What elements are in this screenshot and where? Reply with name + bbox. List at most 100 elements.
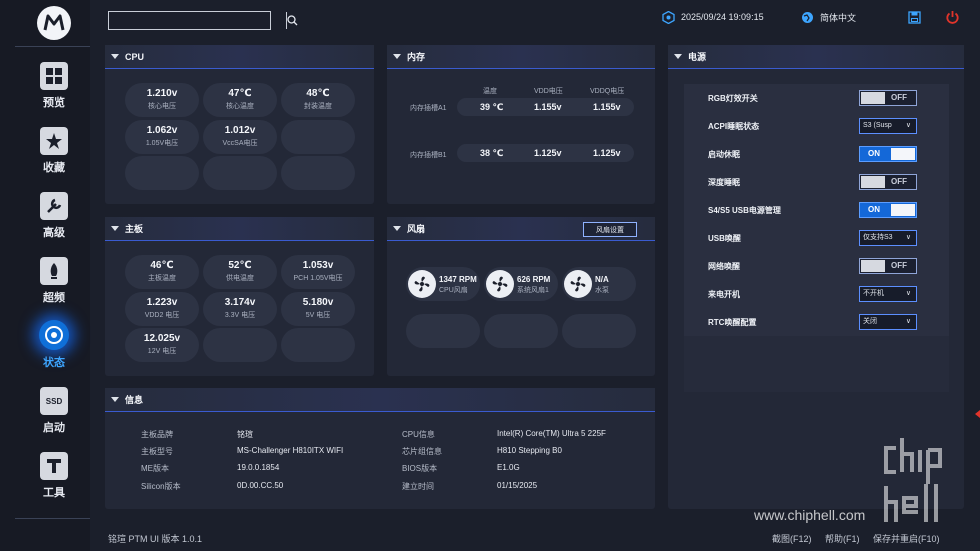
fan-settings-button[interactable]: 风扇设置 bbox=[583, 222, 637, 237]
info-label: 主板型号 bbox=[141, 447, 173, 456]
status-icon bbox=[39, 320, 69, 350]
info-panel: 信息 bbox=[105, 388, 655, 509]
fan-speed: 626 RPM bbox=[517, 275, 551, 284]
chevron-down-icon: ∨ bbox=[905, 234, 911, 241]
preview-icon bbox=[40, 62, 68, 90]
toggle-knob bbox=[861, 176, 885, 188]
fan-label: 系统风扇1 bbox=[517, 287, 549, 294]
edge-marker-icon bbox=[975, 410, 980, 418]
nav-item-tools[interactable]: 工具 bbox=[28, 452, 80, 500]
watermark-url: www.chiphell.com bbox=[754, 507, 866, 523]
network-wake-toggle[interactable]: OFF bbox=[859, 258, 917, 274]
nav-item-overclock[interactable]: 超频 bbox=[28, 257, 80, 305]
rgb-toggle[interactable]: OFF bbox=[859, 90, 917, 106]
tile-label: 3.3V 电压 bbox=[224, 312, 256, 319]
cpu-tile: 48℃ 封装温度 bbox=[281, 83, 355, 117]
tile-value: 3.174v bbox=[224, 297, 256, 308]
power-row-label: RTC唤醒配置 bbox=[708, 318, 757, 327]
search-input[interactable] bbox=[109, 12, 286, 29]
nav-item-preview[interactable]: 预览 bbox=[28, 62, 80, 110]
search-button[interactable] bbox=[286, 12, 298, 29]
empty-tile bbox=[281, 120, 355, 154]
sidebar: 预览 收藏 高级 超频 状态 SSD 启动 工具 bbox=[0, 0, 90, 551]
info-label: 芯片组信息 bbox=[402, 447, 442, 456]
nav-label-overclock: 超频 bbox=[43, 292, 65, 304]
power-icon bbox=[946, 11, 959, 24]
save-restart-button[interactable]: 保存并重启(F10) bbox=[873, 532, 940, 545]
nav-label-status: 状态 bbox=[43, 357, 65, 369]
memory-temp: 38 ℃ bbox=[480, 148, 504, 158]
cpu-tile: 1.012v VccSA电压 bbox=[203, 120, 277, 154]
tile-value: 1.210v bbox=[146, 88, 178, 99]
hibernate-toggle[interactable]: ON bbox=[859, 146, 917, 162]
power-button[interactable] bbox=[945, 10, 960, 30]
fan-speed: N/A bbox=[595, 275, 609, 284]
power-row-label: 网络唤醒 bbox=[708, 262, 740, 271]
select-value: 仅支持S3 bbox=[863, 234, 893, 241]
power-row-usb-power: S4/S5 USB电源管理 ON bbox=[684, 196, 949, 224]
fan-label: 水泵 bbox=[595, 287, 609, 294]
fan-speed: 1347 RPM bbox=[439, 275, 477, 284]
empty-tile bbox=[281, 156, 355, 190]
tile-label: VDD2 电压 bbox=[144, 312, 180, 319]
memory-slot-label: 内存插槽B1 bbox=[410, 152, 447, 159]
empty-tile bbox=[125, 156, 199, 190]
nav-item-boot[interactable]: SSD 启动 bbox=[28, 387, 80, 435]
info-value: H810 Stepping B0 bbox=[497, 446, 562, 455]
nav-item-favorites[interactable]: 收藏 bbox=[28, 127, 80, 175]
empty-tile bbox=[203, 328, 277, 362]
rtc-wake-select[interactable]: 关闭 ∨ bbox=[859, 314, 917, 330]
sidebar-divider-bottom bbox=[15, 518, 90, 519]
help-button[interactable]: 帮助(F1) bbox=[825, 532, 860, 545]
power-row-label: RGB灯效开关 bbox=[708, 94, 758, 103]
nav-label-boot: 启动 bbox=[43, 422, 65, 434]
rocket-icon bbox=[40, 257, 68, 285]
tile-value: 47℃ bbox=[228, 88, 252, 99]
memory-vdd: 1.125v bbox=[534, 148, 562, 158]
fan-tile: 1347 RPM CPU风扇 bbox=[406, 267, 480, 301]
fan-label: CPU风扇 bbox=[439, 287, 468, 294]
info-value: 19.0.0.1854 bbox=[237, 463, 280, 472]
power-row-label: 来电开机 bbox=[708, 290, 740, 299]
toggle-text: OFF bbox=[891, 261, 907, 270]
power-row-label: USB唤醒 bbox=[708, 234, 741, 243]
datetime-display: 2025/09/24 19:09:15 bbox=[661, 10, 764, 24]
motherboard-tile: 52℃ 供电温度 bbox=[203, 255, 277, 289]
language-selector[interactable]: 简体中文 bbox=[800, 10, 856, 24]
save-button[interactable] bbox=[908, 11, 921, 29]
cpu-tile: 1.210v 核心电压 bbox=[125, 83, 199, 117]
empty-tile bbox=[203, 156, 277, 190]
info-label: ME版本 bbox=[141, 464, 169, 473]
search-icon bbox=[287, 15, 298, 26]
empty-tile bbox=[281, 328, 355, 362]
nav-item-advanced[interactable]: 高级 bbox=[28, 192, 80, 240]
toggle-text: ON bbox=[868, 205, 880, 214]
power-row-label: 深度睡眠 bbox=[708, 178, 740, 187]
acpi-sleep-select[interactable]: S3 (Susp ∨ bbox=[859, 118, 917, 134]
motherboard-tile: 12.025v 12V 电压 bbox=[125, 328, 199, 362]
power-row-ac-power-on: 来电开机 不开机 ∨ bbox=[684, 280, 949, 308]
usb-power-toggle[interactable]: ON bbox=[859, 202, 917, 218]
deep-sleep-toggle[interactable]: OFF bbox=[859, 174, 917, 190]
info-value: MS-Challenger H810ITX WIFI bbox=[237, 446, 344, 455]
favorite-star-icon bbox=[40, 127, 68, 155]
search-box bbox=[108, 11, 298, 30]
tools-icon bbox=[40, 452, 68, 480]
nav-item-status[interactable]: 状态 bbox=[28, 320, 80, 370]
tile-label: 主板温度 bbox=[148, 275, 176, 282]
ac-power-on-select[interactable]: 不开机 ∨ bbox=[859, 286, 917, 302]
save-disk-icon bbox=[908, 11, 921, 24]
power-panel-filler bbox=[684, 336, 949, 392]
motherboard-tile: 1.223v VDD2 电压 bbox=[125, 292, 199, 326]
memory-header-vdd: VDD电压 bbox=[534, 88, 563, 95]
memory-temp: 39 ℃ bbox=[480, 102, 504, 112]
usb-wake-select[interactable]: 仅支持S3 ∨ bbox=[859, 230, 917, 246]
power-row-label: 启动休眠 bbox=[708, 150, 740, 159]
fan-icon bbox=[408, 270, 436, 298]
power-row-rtc-wake: RTC唤醒配置 关闭 ∨ bbox=[684, 308, 949, 336]
power-row-acpi: ACPI睡眠状态 S3 (Susp ∨ bbox=[684, 112, 949, 140]
tile-label: 1.05V电压 bbox=[145, 140, 179, 147]
tile-label: 核心温度 bbox=[226, 103, 254, 110]
screenshot-button[interactable]: 截图(F12) bbox=[772, 532, 812, 545]
tile-value: 1.053v bbox=[302, 260, 334, 271]
